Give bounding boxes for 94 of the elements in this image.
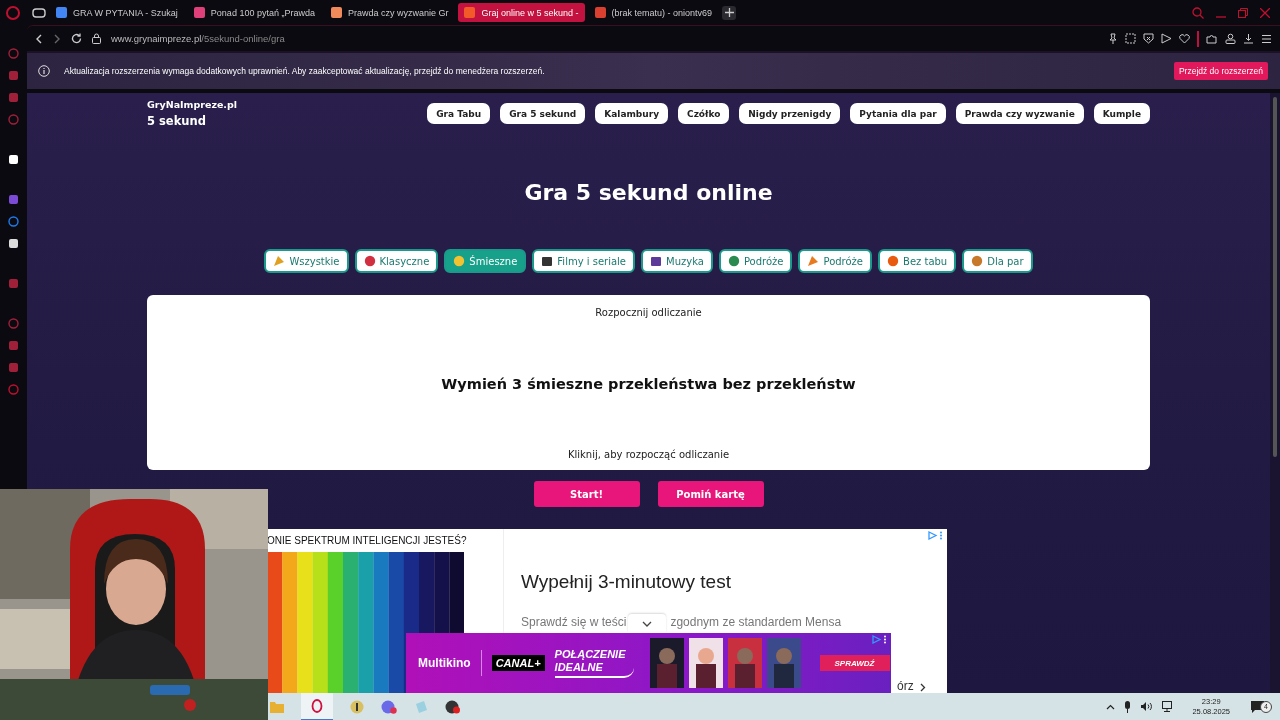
puzzle-icon[interactable] <box>1206 33 1218 44</box>
favicon-icon <box>464 7 476 18</box>
shield-icon[interactable] <box>1143 33 1154 44</box>
info-icon <box>38 65 50 77</box>
banner-cta-button[interactable]: SPRAWDŹ <box>819 655 890 671</box>
favicon-icon <box>56 7 67 18</box>
speaker-icon[interactable] <box>1140 701 1154 712</box>
favicon-icon <box>193 7 205 18</box>
category-chip[interactable]: Bez tabu <box>878 249 957 273</box>
banner-brand: Multikino <box>418 656 471 670</box>
emoji-icon <box>363 255 376 267</box>
chevron-up-icon[interactable] <box>1106 703 1116 710</box>
forward-icon[interactable] <box>53 33 61 44</box>
tab-title: Ponad 100 pytań „Prawda <box>210 7 315 18</box>
record-icon[interactable] <box>445 699 461 714</box>
banner-slogan: POŁĄCZENIE IDEALNE <box>554 648 634 678</box>
emoji-icon <box>807 255 820 267</box>
card-hint: Kliknij, aby rozpocząć odliczanie <box>567 449 730 460</box>
page-heading: Gra 5 sekund online <box>524 180 773 205</box>
snapshot-icon[interactable] <box>1125 33 1136 44</box>
card-title: Rozpocznij odliczanie <box>595 307 702 318</box>
notification-message: Aktualizacja rozszerzenia wymaga dodatkowych uprawnień. Aby zaakceptować aktualizację, przejdź do menedżera rozszerzeń. <box>64 66 545 76</box>
back-icon[interactable] <box>35 33 43 44</box>
ad-text: Sprawdź się w teści <box>521 615 627 629</box>
ad-choices-icon[interactable] <box>872 635 888 644</box>
download-icon[interactable] <box>1243 33 1254 44</box>
menu-icon[interactable] <box>1261 33 1272 44</box>
tab-title: GRA W PYTANIA - Szukaj <box>73 7 178 18</box>
new-tab-button[interactable] <box>722 5 737 20</box>
emoji-icon <box>273 255 286 267</box>
sidebar-app-icon[interactable] <box>8 154 19 165</box>
emoji-icon <box>453 255 466 267</box>
chevron-down-icon <box>642 620 652 627</box>
ad-banner[interactable]: Multikino CANAL+ POŁĄCZENIE IDEALNE SPRAWDŹ <box>406 633 891 693</box>
tab-title: Prawda czy wyzwanie Gr <box>347 7 449 18</box>
restore-icon[interactable] <box>1238 7 1248 18</box>
ad-link[interactable]: órz <box>897 679 914 693</box>
reload-icon[interactable] <box>71 33 82 44</box>
category-chip[interactable]: Filmy i seriale <box>532 249 635 273</box>
card-question: Wymień 3 śmieszne przekleństwa bez przekleństw <box>441 375 856 392</box>
heart-icon[interactable] <box>1179 33 1190 44</box>
browser-tab[interactable]: Ponad 100 pytań „Prawda <box>187 3 321 22</box>
category-chip[interactable]: Podróże <box>718 249 793 273</box>
game-button[interactable]: Start! <box>533 481 640 507</box>
nav-link[interactable]: Pytania dla par <box>850 103 946 124</box>
emoji-icon <box>541 255 554 267</box>
close-icon[interactable] <box>1260 7 1270 18</box>
browser-tab[interactable]: Graj online w 5 sekund - <box>458 3 585 22</box>
favicon-icon <box>330 7 342 18</box>
site-subtitle: 5 sekund <box>147 114 207 128</box>
browser-logo-icon[interactable] <box>6 5 20 20</box>
search-icon[interactable] <box>1192 6 1204 19</box>
browser-tab[interactable]: GRA W PYTANIA - Szukaj <box>50 3 184 22</box>
ad-text: zgodnym ze standardem Mensa <box>670 615 842 629</box>
chat-app-icon[interactable] <box>381 699 397 714</box>
banner-channel: CANAL+ <box>491 655 545 671</box>
ad-title: Wypełnij 3-minutowy test <box>521 571 732 593</box>
emoji-icon <box>727 255 740 267</box>
pin-icon[interactable] <box>1108 33 1118 44</box>
nav-link[interactable]: Nigdy przenigdy <box>739 103 841 124</box>
browser-tab[interactable]: (brak tematu) - oniontv69 <box>588 3 719 22</box>
site-brand[interactable]: GryNaImpreze.pl <box>147 99 238 110</box>
emoji-icon <box>887 255 900 267</box>
emoji-icon <box>650 255 662 267</box>
address-field[interactable]: www.grynaimpreze.pl/5sekund-online/gra <box>111 33 285 44</box>
tab-title: (brak tematu) - oniontv69 <box>611 7 713 18</box>
chevron-right-icon[interactable] <box>920 683 926 692</box>
category-chip[interactable]: Wszystkie <box>264 249 349 273</box>
browser-logo-icon[interactable] <box>310 698 324 713</box>
category-chip[interactable]: Klasyczne <box>354 249 439 273</box>
category-chip[interactable]: Dla par <box>962 249 1033 273</box>
sidebar-app-icon[interactable] <box>8 238 19 249</box>
extensions-button[interactable]: Przejdź do rozszerzeń <box>1173 62 1268 80</box>
scrollbar-thumb[interactable] <box>1273 97 1277 457</box>
tab-title: Graj online w 5 sekund - <box>481 7 579 18</box>
favicon-icon <box>594 7 606 18</box>
nav-link[interactable]: Gra Tabu <box>427 103 491 124</box>
category-chip[interactable]: Muzyka <box>641 249 713 273</box>
nav-link[interactable]: Kumple <box>1093 103 1150 124</box>
nav-link[interactable]: Czółko <box>678 103 730 124</box>
nav-link[interactable]: Gra 5 sekund <box>500 103 586 124</box>
category-chip[interactable]: Podróże <box>798 249 873 273</box>
game-button[interactable]: Pomiń kartę <box>657 481 764 507</box>
microphone-icon[interactable] <box>1124 700 1132 713</box>
send-icon[interactable] <box>1161 33 1172 44</box>
nav-link[interactable]: Prawda czy wyzwanie <box>955 103 1084 124</box>
profile-icon[interactable] <box>1225 33 1236 44</box>
plus-icon <box>724 8 734 17</box>
emoji-icon <box>971 255 984 267</box>
ad-image-heading: ONIE SPEKTRUM INTELIGENCJI JESTEŚ? <box>267 535 468 546</box>
lock-icon <box>92 33 101 44</box>
browser-tab[interactable]: Prawda czy wyzwanie Gr <box>324 3 455 22</box>
game-card[interactable]: Rozpocznij odliczanie Wymień 3 śmieszne przekleństwa bez przekleństw Kliknij, aby rozpocząć odliczanie <box>147 295 1150 470</box>
nav-link[interactable]: Kalambury <box>595 103 669 124</box>
